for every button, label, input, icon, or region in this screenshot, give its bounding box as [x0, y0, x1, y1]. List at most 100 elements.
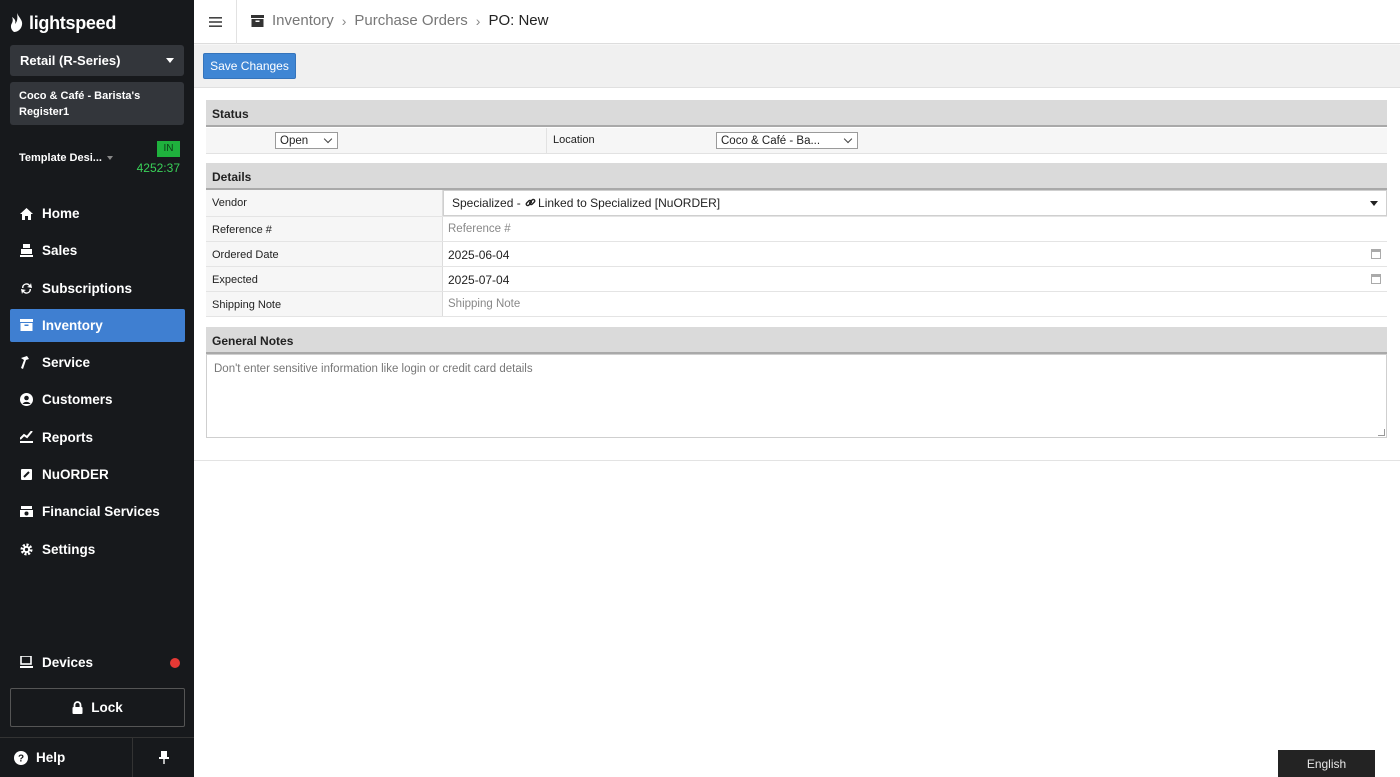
- location-label: Location: [553, 134, 595, 146]
- ordered-date-row: Ordered Date 2025-06-04: [206, 242, 1387, 267]
- sidebar-item-inventory[interactable]: Inventory: [10, 308, 185, 342]
- status-select[interactable]: Open: [275, 132, 338, 149]
- vendor-name: Specialized -: [452, 196, 525, 210]
- vendor-link-text: Linked to Specialized [NuORDER]: [538, 196, 721, 210]
- expected-date-input[interactable]: 2025-07-04: [443, 267, 1387, 291]
- caret-down-icon: [107, 156, 113, 160]
- sidebar-item-devices[interactable]: Devices: [10, 646, 185, 679]
- divider: [546, 128, 547, 154]
- details-table: Vendor Specialized - Linked to Specializ…: [206, 190, 1387, 317]
- home-icon: [19, 207, 33, 221]
- register-box[interactable]: Coco & Café - Barista's Register1: [10, 82, 184, 125]
- gear-icon: [19, 542, 33, 556]
- ordered-date-label: Ordered Date: [206, 242, 443, 266]
- cash-icon: [19, 505, 33, 519]
- sidebar-item-label: Settings: [42, 541, 96, 557]
- svg-text:?: ?: [18, 753, 24, 764]
- chevron-down-icon: [323, 134, 333, 143]
- ordered-date-input[interactable]: 2025-06-04: [443, 242, 1387, 266]
- location-select[interactable]: Coco & Café - Ba...: [716, 132, 858, 149]
- register-icon: [19, 244, 33, 258]
- alert-dot: [170, 658, 180, 668]
- lock-label: Lock: [91, 700, 123, 715]
- hamburger-icon: [208, 17, 222, 27]
- status-row: Open Location Coco & Café - Ba...: [206, 128, 1387, 154]
- register-line2: Register1: [19, 106, 70, 118]
- ordered-date-value: 2025-06-04: [448, 248, 510, 262]
- notes-placeholder: Don't enter sensitive information like l…: [214, 363, 533, 375]
- shipping-note-row: Shipping Note Shipping Note: [206, 292, 1387, 317]
- sidebar-item-service[interactable]: Service: [10, 346, 185, 379]
- reference-input[interactable]: Reference #: [443, 217, 1387, 241]
- nuorder-icon: [19, 468, 33, 482]
- details-section-header: Details: [206, 163, 1387, 190]
- sidebar-item-label: Financial Services: [42, 504, 160, 520]
- breadcrumb-inventory[interactable]: Inventory: [272, 12, 334, 29]
- refresh-icon: [19, 281, 33, 295]
- sidebar-item-label: Home: [42, 206, 80, 221]
- clock-in-badge[interactable]: IN: [157, 141, 180, 157]
- sidebar-item-nuorder[interactable]: NuORDER: [10, 458, 185, 491]
- language-selector[interactable]: English: [1278, 750, 1375, 777]
- vendor-row: Vendor Specialized - Linked to Specializ…: [206, 190, 1387, 217]
- sidebar-item-settings[interactable]: Settings: [10, 533, 185, 566]
- hammer-icon: [19, 356, 33, 370]
- vendor-label: Vendor: [206, 190, 443, 216]
- product-label: Retail (R-Series): [20, 53, 121, 68]
- menu-toggle[interactable]: [194, 0, 237, 44]
- monitor-icon: [19, 656, 33, 670]
- expected-label: Expected: [206, 267, 443, 291]
- sidebar: lightspeed Retail (R-Series) Coco & Café…: [0, 0, 194, 777]
- shipping-note-label: Shipping Note: [206, 292, 443, 316]
- help-label: Help: [36, 750, 66, 765]
- status-value: Open: [280, 134, 309, 147]
- sidebar-item-label: Sales: [42, 243, 78, 259]
- template-selector[interactable]: Template Desi... IN 4252:37: [10, 138, 184, 178]
- top-bar: Inventory › Purchase Orders › PO: New: [194, 0, 1400, 44]
- calendar-icon[interactable]: [1371, 274, 1381, 284]
- sidebar-footer: ? Help: [0, 737, 194, 777]
- caret-down-icon: [166, 58, 174, 63]
- logo-text: lightspeed: [29, 12, 117, 33]
- sidebar-item-customers[interactable]: Customers: [10, 383, 185, 416]
- lightspeed-logo[interactable]: lightspeed: [10, 12, 116, 34]
- caret-down-icon: [1370, 200, 1378, 206]
- expected-row: Expected 2025-07-04: [206, 267, 1387, 292]
- help-button[interactable]: ? Help: [0, 738, 133, 777]
- vendor-value: Specialized - Linked to Specialized [NuO…: [452, 196, 720, 210]
- sidebar-item-label: Service: [42, 355, 91, 371]
- chevron-right-icon: ›: [475, 12, 481, 29]
- sidebar-item-financial-services[interactable]: Financial Services: [10, 495, 185, 528]
- shift-timer: 4252:37: [136, 161, 180, 175]
- lock-icon: [72, 701, 83, 714]
- status-section-header: Status: [206, 100, 1387, 127]
- main-nav: Home Sales Subscriptions Inventory Servi…: [10, 197, 185, 570]
- sidebar-item-sales[interactable]: Sales: [10, 234, 185, 267]
- inventory-icon: [251, 14, 264, 27]
- sidebar-item-label: Subscriptions: [42, 280, 133, 296]
- link-icon: [525, 198, 536, 207]
- expected-date-value: 2025-07-04: [448, 273, 510, 287]
- sidebar-item-reports[interactable]: Reports: [10, 421, 185, 454]
- sidebar-item-label: NuORDER: [42, 467, 109, 483]
- breadcrumb-current: PO: New: [488, 12, 549, 29]
- calendar-icon[interactable]: [1371, 249, 1381, 259]
- chart-icon: [19, 430, 33, 444]
- breadcrumb: Inventory › Purchase Orders › PO: New: [251, 12, 548, 29]
- sidebar-item-label: Customers: [42, 392, 113, 408]
- lock-button[interactable]: Lock: [10, 688, 185, 727]
- product-selector[interactable]: Retail (R-Series): [10, 45, 184, 76]
- flame-icon: [10, 13, 23, 32]
- general-notes-textarea[interactable]: Don't enter sensitive information like l…: [206, 354, 1387, 438]
- breadcrumb-purchase-orders[interactable]: Purchase Orders: [354, 12, 467, 29]
- sidebar-item-label: Reports: [42, 429, 94, 445]
- sidebar-item-subscriptions[interactable]: Subscriptions: [10, 272, 185, 305]
- vendor-select[interactable]: Specialized - Linked to Specialized [NuO…: [443, 190, 1387, 216]
- save-button[interactable]: Save Changes: [203, 53, 296, 79]
- sidebar-item-home[interactable]: Home: [10, 197, 185, 230]
- purchase-order-form: Status Open Location Coco & Café - Ba...…: [194, 88, 1400, 461]
- resize-handle-icon[interactable]: [1378, 429, 1385, 436]
- location-value: Coco & Café - Ba...: [721, 134, 821, 147]
- pin-button[interactable]: [133, 738, 194, 777]
- shipping-note-input[interactable]: Shipping Note: [443, 292, 1387, 316]
